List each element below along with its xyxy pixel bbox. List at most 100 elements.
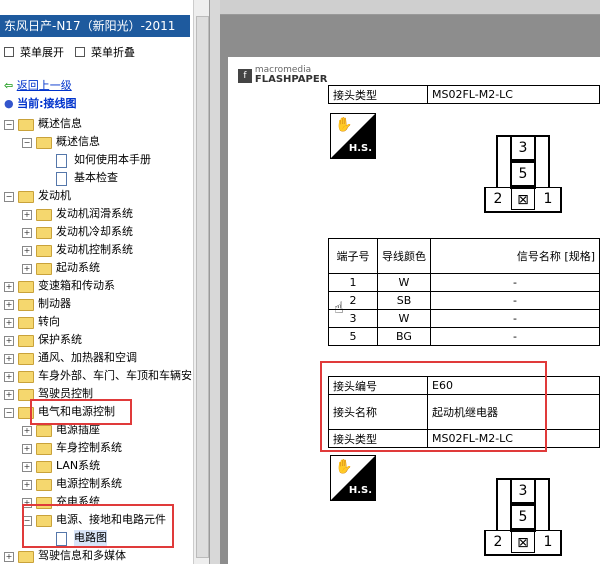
collapse-toggle-icon[interactable]: − xyxy=(4,192,14,202)
expand-toggle-icon[interactable]: + xyxy=(22,444,32,454)
folder-icon xyxy=(18,299,34,311)
expand-toggle-icon[interactable]: + xyxy=(22,480,32,490)
viewer-toolbar xyxy=(220,0,600,15)
blank-pin-icon: ⊠ xyxy=(511,531,535,553)
tree-scrollbar[interactable] xyxy=(193,0,209,564)
tree-item-trans[interactable]: + 变速箱和传动系 xyxy=(0,278,190,294)
tree-item-lan[interactable]: + LAN系统 xyxy=(0,458,190,474)
tree-item-brake[interactable]: + 制动器 xyxy=(0,296,190,312)
table-row: 2 SB - xyxy=(328,291,600,310)
blank-pin-icon: ⊠ xyxy=(511,188,535,210)
document-icon xyxy=(56,172,67,186)
folder-icon xyxy=(18,317,34,329)
expand-toggle-icon[interactable]: + xyxy=(4,282,14,292)
expand-toggle-icon[interactable]: + xyxy=(4,336,14,346)
expand-toggle-icon[interactable]: + xyxy=(22,246,32,256)
tree-item-engine-ctrl[interactable]: + 发动机控制系统 xyxy=(0,242,190,258)
folder-icon xyxy=(36,479,52,491)
back-arrow-icon: ⇦ xyxy=(4,79,14,92)
tree-item-howto[interactable]: 如何使用本手册 xyxy=(0,152,190,168)
left-pane: 东风日产-N17（新阳光）-2011 菜单展开 菜单折叠 ⇦ 返回上一级 ● 当… xyxy=(0,0,209,564)
table-row: 5 BG - xyxy=(328,327,600,346)
table-row: 3 W - xyxy=(328,309,600,328)
folder-icon xyxy=(36,209,52,221)
tree-item-body[interactable]: + 车身外部、车门、车顶和车辆安 xyxy=(0,368,192,384)
folder-icon xyxy=(18,335,34,347)
folder-icon xyxy=(18,551,34,563)
tree-item-basic-check[interactable]: 基本检查 xyxy=(0,170,190,186)
table-row: 1 W - xyxy=(328,273,600,292)
expand-toggle-icon[interactable]: + xyxy=(4,354,14,364)
expand-toggle-icon[interactable]: + xyxy=(4,372,14,382)
window-title: 东风日产-N17（新阳光）-2011 xyxy=(0,15,190,37)
flashpaper-logo-icon: f xyxy=(238,68,252,83)
folder-icon xyxy=(18,191,34,203)
collapse-toggle-icon[interactable]: − xyxy=(4,120,14,130)
folder-icon xyxy=(36,137,52,149)
folder-icon xyxy=(36,227,52,239)
back-link-label: 返回上一级 xyxy=(16,79,72,92)
tree-item-hvac[interactable]: + 通风、加热器和空调 xyxy=(0,350,190,366)
document-icon xyxy=(56,154,67,168)
brand-bottom: FLASHPAPER xyxy=(254,74,328,85)
tree-item-power-ctrl[interactable]: + 电源控制系统 xyxy=(0,476,190,492)
tree-item-steer[interactable]: + 转向 xyxy=(0,314,190,330)
hand-cursor-icon: ☝ xyxy=(334,298,344,317)
folder-icon xyxy=(18,353,34,365)
tree-item-engine-cool[interactable]: + 发动机冷却系统 xyxy=(0,224,190,240)
expand-toggle-icon[interactable]: + xyxy=(4,390,14,400)
expand-toggle-icon[interactable]: + xyxy=(4,300,14,310)
flashpaper-logo: f macromedia FLASHPAPER xyxy=(238,66,327,88)
glove-icon: ✋ xyxy=(335,117,353,133)
current-location: ● 当前:接线图 xyxy=(4,96,77,112)
connector-type-table-top: 接头类型 MS02FL-M2-LC xyxy=(328,85,600,104)
tree-item-overview[interactable]: − 概述信息 xyxy=(0,116,190,132)
folder-icon xyxy=(18,119,34,131)
hs-symbol-icon: ✋ H.S. xyxy=(330,455,376,501)
tree-item-overview-sub[interactable]: − 概述信息 xyxy=(0,134,190,150)
folder-icon xyxy=(36,425,52,437)
glove-icon: ✋ xyxy=(335,459,353,475)
tree-item-start-sys[interactable]: + 起动系统 xyxy=(0,260,190,276)
collapse-toggle-icon[interactable]: − xyxy=(22,138,32,148)
scroll-thumb[interactable] xyxy=(196,16,209,558)
menu-expand-button[interactable]: 菜单展开 xyxy=(4,44,64,59)
collapse-icon xyxy=(75,47,85,57)
tree-item-info[interactable]: + 驾驶信息和多媒体 xyxy=(0,548,190,564)
collapse-toggle-icon[interactable]: − xyxy=(4,408,14,418)
connector-type-value: MS02FL-M2-LC xyxy=(427,85,600,104)
expand-toggle-icon[interactable]: + xyxy=(4,318,14,328)
menu-expand-label: 菜单展开 xyxy=(20,46,64,59)
pin-table-header: 导线颜色 xyxy=(377,238,431,274)
menu-collapse-button[interactable]: 菜单折叠 xyxy=(75,44,135,59)
expand-icon xyxy=(4,47,14,57)
folder-icon xyxy=(36,245,52,257)
expand-toggle-icon[interactable]: + xyxy=(22,264,32,274)
folder-icon xyxy=(18,371,34,383)
tree-item-body-ctrl[interactable]: + 车身控制系统 xyxy=(0,440,190,456)
pin-table: 端子号 导线颜色 信号名称 [规格] 1 W - 2 SB - 3 W - 5 … xyxy=(328,238,600,346)
hs-symbol-icon: ✋ H.S. xyxy=(330,113,376,159)
highlight-box-elec xyxy=(30,399,132,425)
person-icon: ● xyxy=(4,97,14,110)
folder-icon xyxy=(36,461,52,473)
tree-item-engine[interactable]: − 发动机 xyxy=(0,188,190,204)
expand-toggle-icon[interactable]: + xyxy=(22,426,32,436)
expand-toggle-icon[interactable]: + xyxy=(22,210,32,220)
highlight-box-circuit xyxy=(22,504,174,548)
folder-icon xyxy=(18,281,34,293)
expand-toggle-icon[interactable]: + xyxy=(22,462,32,472)
back-link[interactable]: ⇦ 返回上一级 xyxy=(4,78,72,94)
folder-icon xyxy=(36,443,52,455)
expand-toggle-icon[interactable]: + xyxy=(22,228,32,238)
expand-toggle-icon[interactable]: + xyxy=(4,552,14,562)
connector-type-label: 接头类型 xyxy=(328,85,428,104)
tree-item-protect[interactable]: + 保护系统 xyxy=(0,332,190,348)
folder-icon xyxy=(36,263,52,275)
current-location-label: 当前:接线图 xyxy=(17,97,77,110)
pin-table-header: 信号名称 [规格] xyxy=(430,238,600,274)
pin-table-header: 端子号 xyxy=(328,238,378,274)
highlight-box-connector xyxy=(320,361,547,452)
tree-item-engine-lube[interactable]: + 发动机润滑系统 xyxy=(0,206,190,222)
menu-collapse-label: 菜单折叠 xyxy=(91,46,135,59)
